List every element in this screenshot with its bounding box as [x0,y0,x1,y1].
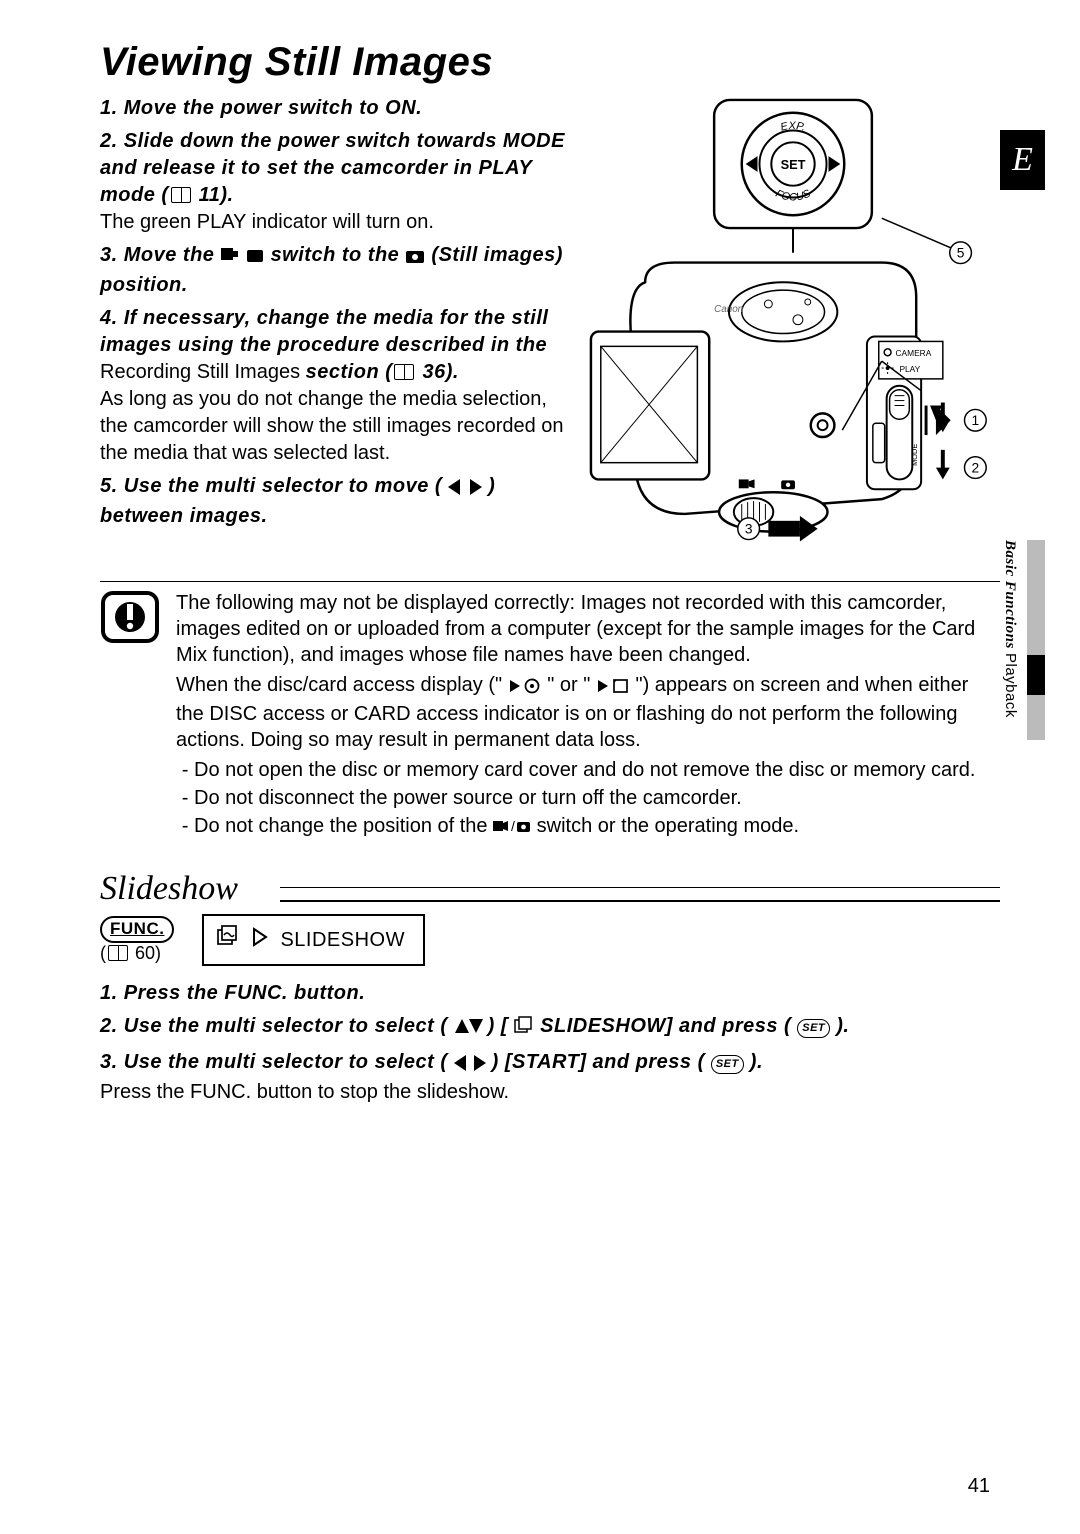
book-icon [394,364,414,380]
slideshow-step-2: 2. Use the multi selector to select ( ) … [100,1013,1000,1043]
svg-text:2: 2 [972,461,980,476]
svg-text:CAMERA: CAMERA [896,348,932,358]
left-right-icon [448,476,482,503]
svg-text:3: 3 [745,522,753,537]
camcorder-illustration: SET EXP. FOCUS 5 [586,95,1000,558]
step-5: 5. Use the multi selector to move ( ) be… [100,473,566,530]
slideshow-step-1: 1. Press the FUNC. button. [100,980,1000,1007]
svg-text:PLAY: PLAY [899,364,920,374]
func-reference: FUNC. ( 60) [100,916,174,964]
side-subsection-label: Playback [1002,653,1019,718]
play-card-icon [596,675,630,701]
svg-text:EXP.: EXP. [779,120,807,134]
slideshow-heading: Slideshow [100,870,1000,908]
caution-p2: When the disc/card access display (" " o… [176,672,1000,753]
up-down-icon [454,1016,482,1043]
slideshow-icon [216,926,240,954]
book-icon [108,945,128,961]
book-icon [171,187,191,203]
play-disc-icon [508,675,542,701]
slideshow-menu-box: SLIDESHOW [202,914,425,966]
set-label: SET [781,157,806,172]
steps-column: 11. Move the power switch to ON. 2. Slid… [100,95,566,563]
play-outline-icon [252,927,268,953]
movie-still-switch-icon: / [493,816,531,842]
svg-text:1: 1 [972,413,980,428]
caution-li3: Do not change the position of the / swit… [194,813,1000,842]
camera-icon [405,245,425,272]
set-pill: SET [797,1019,830,1038]
caution-li1: Do not open the disc or memory card cove… [194,757,1000,783]
step-3: 3. Move the switch to the (Still images)… [100,242,566,299]
svg-text:Canon: Canon [714,304,744,315]
slideshow-step-3: 3. Use the multi selector to select ( ) … [100,1049,1000,1106]
step-4: 4. If necessary, change the media for th… [100,305,566,467]
step-1: 11. Move the power switch to ON. [100,95,566,122]
func-pill: FUNC. [100,916,174,942]
caution-p1: The following may not be displayed corre… [176,590,1000,668]
set-pill: SET [711,1055,744,1074]
page-title: Viewing Still Images [100,40,1000,85]
svg-text:5: 5 [957,246,965,261]
language-tab: E [1000,130,1045,190]
page-number: 41 [968,1475,990,1498]
caution-icon [100,590,160,644]
left-right-icon [454,1052,486,1079]
movie-still-switch-icon [221,245,265,272]
svg-text:MODE: MODE [910,444,919,466]
caution-note: The following may not be displayed corre… [100,581,1000,844]
section-tab: Basic Functions Playback [1000,540,1045,780]
step-2: 2. Slide down the power switch towards M… [100,128,566,236]
heading-rule [280,887,1000,902]
svg-text:/: / [511,818,515,834]
slideshow-icon [514,1016,534,1043]
caution-li2: Do not disconnect the power source or tu… [194,785,1000,811]
side-section-label: Basic Functions [1002,540,1018,649]
